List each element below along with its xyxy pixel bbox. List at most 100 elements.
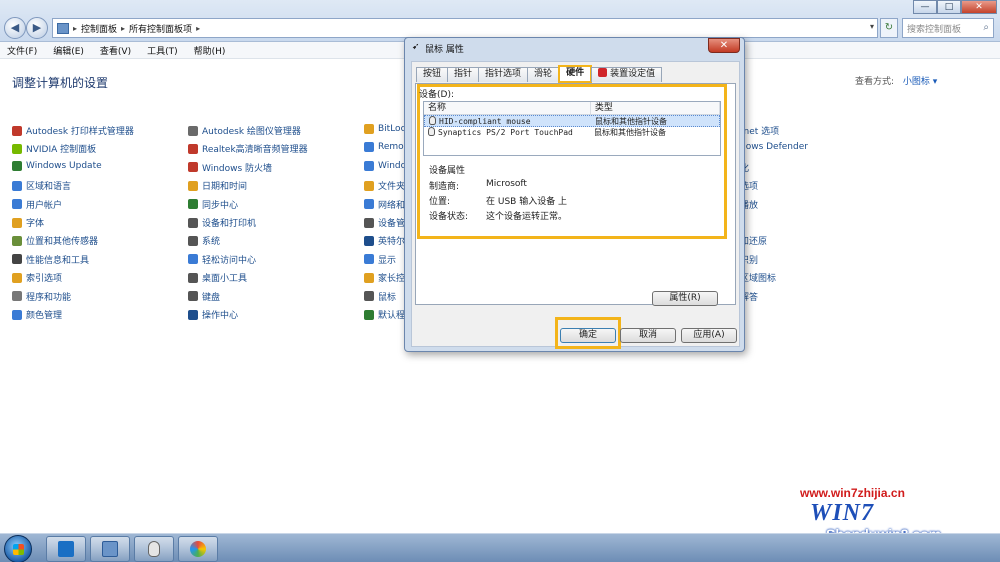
breadcrumb-all-items[interactable]: 所有控制面板项: [129, 22, 192, 35]
item-icon: [364, 272, 374, 283]
control-panel-item[interactable]: 区域图标: [740, 271, 776, 284]
chevron-right-icon: ▸: [121, 23, 126, 33]
maximize-button[interactable]: □: [937, 0, 961, 14]
view-by: 查看方式: 小图标 ▾: [855, 74, 937, 87]
control-panel-item[interactable]: 家长控: [364, 271, 405, 284]
control-panel-item[interactable]: 索引选项: [12, 271, 62, 284]
properties-button[interactable]: 属性(R): [652, 291, 718, 306]
menu-view[interactable]: 查看(V): [100, 44, 131, 57]
menu-file[interactable]: 文件(F): [7, 44, 37, 57]
forward-button[interactable]: ▶: [26, 17, 48, 39]
start-button[interactable]: [4, 535, 32, 562]
item-label: Windo: [378, 160, 407, 171]
item-icon: [364, 309, 374, 320]
control-panel-item[interactable]: 设备管: [364, 216, 405, 229]
cancel-button[interactable]: 取消: [620, 328, 676, 343]
control-panel-item[interactable]: 用户帐户: [12, 198, 62, 211]
control-panel-item[interactable]: BitLoc: [364, 124, 406, 134]
control-panel-item[interactable]: 默认程: [364, 308, 405, 321]
control-panel-item[interactable]: Autodesk 打印样式管理器: [12, 124, 134, 137]
chevron-down-icon[interactable]: ▾: [870, 22, 874, 31]
control-panel-item[interactable]: 位置和其他传感器: [12, 234, 98, 247]
address-bar[interactable]: ▸ 控制面板 ▸ 所有控制面板项 ▸ ▾: [52, 18, 878, 38]
item-icon: [12, 272, 22, 283]
list-item[interactable]: HID-compliant mouse 鼠标和其他指针设备: [424, 115, 720, 127]
menu-help[interactable]: 帮助(H): [194, 44, 226, 57]
taskbar-control-panel[interactable]: [90, 536, 130, 562]
devices-label: 设备(D):: [419, 90, 454, 100]
tab-hardware[interactable]: 硬件: [558, 65, 593, 83]
control-panel-item[interactable]: 鼠标: [364, 290, 396, 303]
column-name[interactable]: 名称: [424, 102, 591, 114]
control-panel-item[interactable]: 设备和打印机: [188, 216, 256, 229]
search-input[interactable]: 搜索控制面板 ⌕: [902, 18, 994, 38]
item-label: 系统: [202, 237, 221, 248]
item-label: rnet 选项: [740, 127, 780, 137]
control-panel-item[interactable]: 区域和语言: [12, 179, 71, 192]
back-button[interactable]: ◀: [4, 17, 26, 39]
dialog-close-button[interactable]: ✕: [708, 38, 740, 53]
control-panel-item[interactable]: 系统: [188, 234, 220, 247]
device-list[interactable]: 名称 类型 HID-compliant mouse 鼠标和其他指针设备 Syna…: [423, 101, 721, 156]
tab-wheel[interactable]: 滑轮: [527, 67, 560, 82]
control-panel-item[interactable]: Windo: [364, 160, 407, 171]
control-panel-item[interactable]: Windows Update: [12, 160, 102, 171]
item-icon: [188, 180, 198, 191]
apply-button[interactable]: 应用(A): [681, 328, 737, 343]
item-icon: [364, 142, 374, 153]
item-icon: [12, 217, 22, 228]
control-panel-item[interactable]: Remo: [364, 142, 404, 153]
dialog-title: 鼠标 属性: [425, 45, 464, 55]
control-panel-item[interactable]: 键盘: [188, 290, 220, 303]
search-icon: ⌕: [983, 22, 989, 33]
control-panel-item[interactable]: 颜色管理: [12, 308, 62, 321]
refresh-button[interactable]: ↻: [880, 18, 898, 38]
taskbar-mouse[interactable]: [134, 536, 174, 562]
menu-tools[interactable]: 工具(T): [147, 44, 178, 57]
control-panel-item[interactable]: 网络和: [364, 198, 405, 211]
device-type: 鼠标和其他指针设备: [595, 117, 667, 126]
control-panel-item[interactable]: dows Defender: [740, 142, 808, 152]
control-panel-item[interactable]: 轻松访问中心: [188, 253, 256, 266]
control-panel-item[interactable]: Realtek高清晰音频管理器: [188, 142, 308, 155]
control-panel-item[interactable]: NVIDIA 控制面板: [12, 142, 96, 155]
item-label: 桌面小工具: [202, 274, 248, 285]
prop-status-value: 这个设备运转正常。: [486, 212, 568, 222]
app-m-icon: [58, 541, 74, 557]
mouse-properties-dialog: ➹ 鼠标 属性 ✕ 按钮 指针 指针选项 滑轮 硬件 装置设定值 设备(D): …: [404, 37, 745, 352]
item-icon: [188, 291, 198, 302]
control-panel-item[interactable]: 桌面小工具: [188, 271, 247, 284]
item-label: 用户帐户: [26, 200, 63, 211]
item-icon: [12, 254, 22, 265]
list-item[interactable]: Synaptics PS/2 Port TouchPad 鼠标和其他指针设备: [424, 127, 720, 139]
control-panel-item[interactable]: 操作中心: [188, 308, 238, 321]
control-panel-item[interactable]: rnet 选项: [740, 124, 779, 137]
control-panel-item[interactable]: 性能信息和工具: [12, 253, 89, 266]
control-panel-item[interactable]: Windows 防火墙: [188, 161, 272, 174]
item-icon: [188, 162, 198, 173]
tab-buttons[interactable]: 按钮: [416, 67, 449, 82]
item-label: 位置和其他传感器: [26, 237, 99, 248]
close-button[interactable]: ✕: [961, 0, 997, 14]
breadcrumb-control-panel[interactable]: 控制面板: [81, 22, 117, 35]
control-panel-item[interactable]: Autodesk 绘图仪管理器: [188, 124, 301, 137]
tab-pointer-options[interactable]: 指针选项: [478, 67, 529, 82]
control-panel-item[interactable]: 字体: [12, 216, 44, 229]
menu-edit[interactable]: 编辑(E): [53, 44, 84, 57]
tab-device-settings[interactable]: 装置设定值: [591, 67, 663, 82]
taskbar-paint[interactable]: [178, 536, 218, 562]
tab-pointers[interactable]: 指针: [447, 67, 480, 82]
control-panel-item[interactable]: 程序和功能: [12, 290, 71, 303]
control-panel-item[interactable]: 英特尔: [364, 234, 405, 247]
item-label: 同步中心: [202, 200, 239, 211]
item-icon: [364, 217, 374, 228]
minimize-button[interactable]: —: [913, 0, 937, 14]
column-type[interactable]: 类型: [591, 102, 720, 114]
control-panel-item[interactable]: 文件夹: [364, 179, 405, 192]
view-by-dropdown[interactable]: 小图标 ▾: [903, 77, 937, 87]
control-panel-item[interactable]: 显示: [364, 253, 396, 266]
ok-button[interactable]: 确定: [560, 328, 616, 343]
taskbar-app-1[interactable]: [46, 536, 86, 562]
control-panel-item[interactable]: 同步中心: [188, 198, 238, 211]
control-panel-item[interactable]: 日期和时间: [188, 179, 247, 192]
